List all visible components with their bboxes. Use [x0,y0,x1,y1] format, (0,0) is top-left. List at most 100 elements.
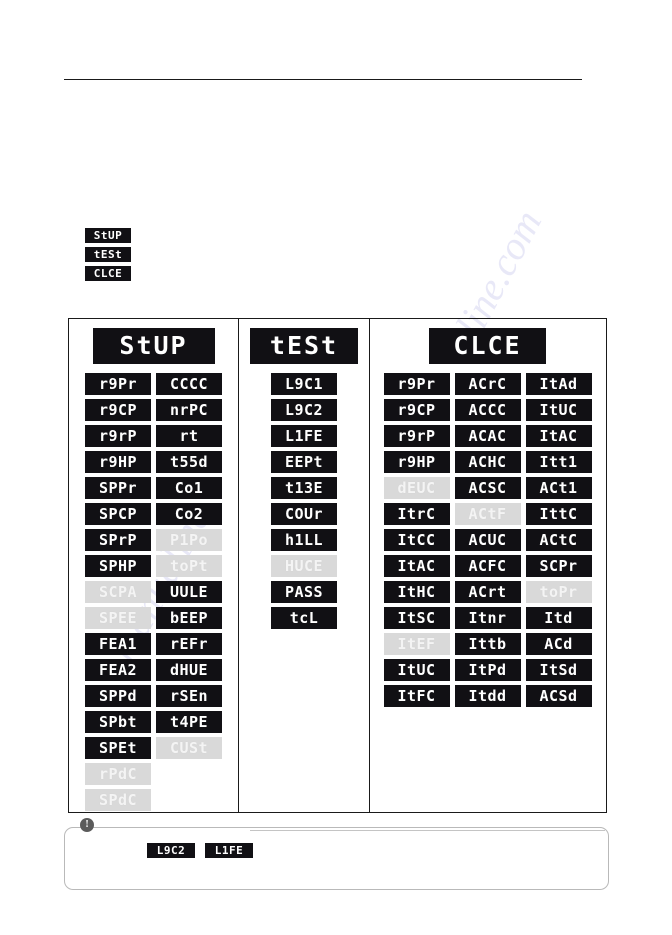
display-cell: ACrt [454,581,521,603]
display-cell: h1LL [271,529,337,551]
display-cell: rt [156,425,222,447]
display-cell: SPbt [85,711,151,733]
intro-display-chip: StUP [85,228,131,243]
display-cell: ACHC [454,451,521,473]
display-cell: L9C2 [271,399,337,421]
display-cell: r9rP [383,425,450,447]
display-cell: r9Pr [85,373,151,395]
display-cell: Co2 [156,503,222,525]
display-cell: r9HP [383,451,450,473]
display-cell: SCPr [525,555,592,577]
display-cell: SPdC [85,789,151,811]
display-cell: ItAC [525,425,592,447]
display-cell: ACFC [454,555,521,577]
display-cell: ACAC [454,425,521,447]
table-column-stup: StUP r9Pr CCCC r9CP nrPC r9rP rt r9HP t55d SPPr C… [69,319,239,812]
display-cell: ItCC [383,529,450,551]
display-cell: HUCE [271,555,337,577]
display-cell: t13E [271,477,337,499]
display-cell: Itdd [454,685,521,707]
display-cell: rPdC [85,763,151,785]
note-display-chip: L1FE [205,843,253,858]
display-cell-empty [156,763,222,785]
display-cell: ItrC [383,503,450,525]
display-cell: ACSd [525,685,592,707]
display-cell: ACCC [454,399,521,421]
display-cell: ItUC [525,399,592,421]
display-cell: ACrC [454,373,521,395]
display-cell: bEEP [156,607,222,629]
display-cell: SPEt [85,737,151,759]
display-cell: IttC [525,503,592,525]
display-cell: toPt [156,555,222,577]
display-grid-test: L9C1 L9C2 L1FE EEPt t13E COUr h1LL HUCE PASS tcL [271,373,337,629]
display-cell: t55d [156,451,222,473]
display-cell: SPCP [85,503,151,525]
display-cell: r9HP [85,451,151,473]
display-cell: t4PE [156,711,222,733]
display-cell: COUr [271,503,337,525]
display-cell: ItFC [383,685,450,707]
display-cell: ItUC [383,659,450,681]
display-cell: Itnr [454,607,521,629]
display-cell: Co1 [156,477,222,499]
display-cell: r9Pr [383,373,450,395]
note-display-chip: L9C2 [147,843,195,858]
display-cell: ACSC [454,477,521,499]
display-cell: UULE [156,581,222,603]
note-box-rule [250,830,605,831]
display-cell: FEA2 [85,659,151,681]
table-column-test: tESt L9C1 L9C2 L1FE EEPt t13E COUr h1LL HUCE PAS… [239,319,370,812]
display-grid-stup: r9Pr CCCC r9CP nrPC r9rP rt r9HP t55d SPPr Co1 SPC… [85,373,222,811]
table-column-clce: CLCE r9Pr ACrC ItAd r9CP ACCC ItUC r9rP ACAC ItA… [370,319,605,812]
display-cell: r9rP [85,425,151,447]
display-cell: Itt1 [525,451,592,473]
display-cell: dEUC [383,477,450,499]
display-cell: ItEF [383,633,450,655]
display-cell: CUSt [156,737,222,759]
display-cell: SPPr [85,477,151,499]
display-cell: r9CP [383,399,450,421]
intro-display-list: StUP tESt CLCE [85,228,131,285]
display-cell: SPEE [85,607,151,629]
display-cell: r9CP [85,399,151,421]
menu-structure-table: StUP r9Pr CCCC r9CP nrPC r9rP rt r9HP t55d SPPr C… [68,318,607,813]
display-cell: SPPd [85,685,151,707]
display-cell: ACt1 [525,477,592,499]
display-header: CLCE [429,328,546,364]
column-header-clce: CLCE [429,328,546,364]
display-cell: P1Po [156,529,222,551]
display-cell: ACUC [454,529,521,551]
display-cell: PASS [271,581,337,603]
display-cell: nrPC [156,399,222,421]
display-cell: ACtC [525,529,592,551]
display-cell: ItHC [383,581,450,603]
display-cell-empty [156,789,222,811]
display-header: StUP [92,328,215,364]
display-cell: ItAC [383,555,450,577]
exclamation-icon: ! [80,818,94,832]
note-box [64,827,609,890]
display-cell: FEA1 [85,633,151,655]
display-cell: rEFr [156,633,222,655]
display-cell: dHUE [156,659,222,681]
display-cell: Ittb [454,633,521,655]
display-cell: ACtF [454,503,521,525]
column-header-stup: StUP [92,328,215,364]
display-cell: ItSd [525,659,592,681]
display-cell: L1FE [271,425,337,447]
display-grid-clce: r9Pr ACrC ItAd r9CP ACCC ItUC r9rP ACAC ItAC r9HP… [383,373,592,707]
note-display-list: L9C2 L1FE [147,843,253,858]
intro-display-chip: tESt [85,247,131,262]
intro-display-chip: CLCE [85,266,131,281]
display-cell: Itd [525,607,592,629]
display-cell: toPr [525,581,592,603]
page-header-rule [64,79,582,80]
display-cell: ACd [525,633,592,655]
display-cell: ItPd [454,659,521,681]
display-cell: ItAd [525,373,592,395]
display-cell: SPrP [85,529,151,551]
display-cell: L9C1 [271,373,337,395]
display-cell: EEPt [271,451,337,473]
display-cell: rSEn [156,685,222,707]
